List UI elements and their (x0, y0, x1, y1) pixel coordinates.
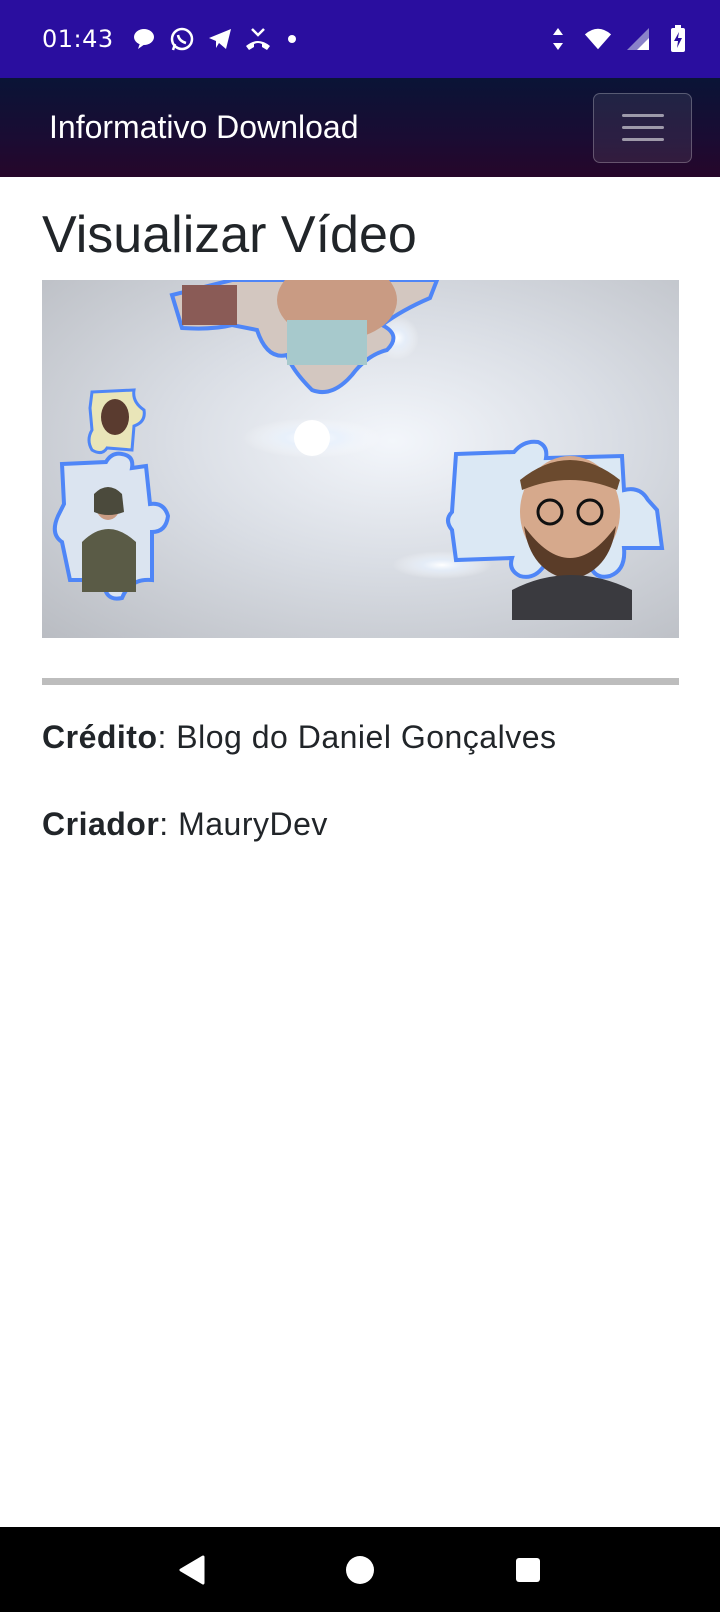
creator-value: : MauryDev (159, 806, 328, 843)
cell-signal-icon (624, 25, 652, 53)
status-time: 01:43 (42, 25, 114, 53)
home-icon (346, 1555, 374, 1584)
missed-call-icon (244, 25, 272, 53)
video-player[interactable] (42, 280, 679, 639)
recents-button[interactable] (498, 1540, 558, 1600)
status-left: 01:43 (42, 25, 296, 53)
main-content: Visualizar Vídeo Crédito: Blog do Daniel… (42, 177, 679, 843)
navbar-brand[interactable]: Informativo Download (49, 109, 358, 146)
recents-icon (516, 1557, 540, 1582)
credit-line: Crédito: Blog do Daniel Gonçalves (42, 719, 679, 756)
menu-toggle-button[interactable] (593, 92, 692, 163)
hamburger-icon-bar-middle (621, 126, 664, 129)
back-icon (179, 1555, 205, 1584)
hamburger-icon-bar-top (621, 114, 664, 117)
status-bar: 01:43 (0, 0, 720, 78)
battery-charging-icon (664, 25, 692, 53)
credit-value: : Blog do Daniel Gonçalves (157, 719, 557, 756)
chat-bubble-icon (130, 25, 158, 53)
creator-line: Criador: MauryDev (42, 806, 679, 843)
hamburger-icon-bar-bottom (621, 138, 664, 141)
puzzle-pieces-faces-image (52, 280, 665, 621)
page-title: Visualizar Vídeo (42, 206, 417, 264)
navbar: Informativo Download (0, 78, 720, 177)
credit-label: Crédito (42, 719, 158, 756)
content-divider (42, 678, 679, 686)
data-arrows-icon (544, 25, 572, 53)
creator-label: Criador (42, 806, 160, 843)
back-button[interactable] (162, 1540, 222, 1600)
telegram-icon (206, 25, 234, 53)
home-button[interactable] (330, 1540, 390, 1600)
notification-dot-icon (287, 35, 296, 43)
whatsapp-icon (168, 25, 196, 53)
status-right (544, 25, 692, 53)
wifi-icon (584, 25, 612, 53)
system-navigation-bar (0, 1527, 720, 1612)
